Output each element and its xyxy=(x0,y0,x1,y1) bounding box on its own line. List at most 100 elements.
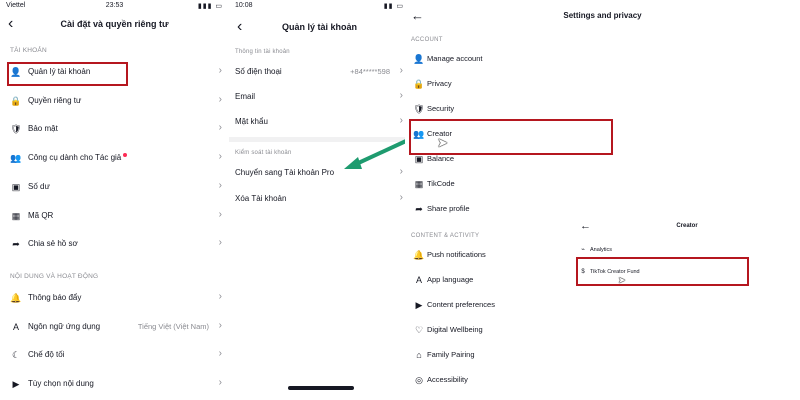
section-content-label: CONTENT & ACTIVITY xyxy=(411,233,480,239)
list-item[interactable]: ▦ Mã QR › xyxy=(0,204,229,228)
list-item-label: Family Pairing xyxy=(427,350,475,359)
chevron-right-icon: › xyxy=(218,65,222,76)
home-indicator xyxy=(288,386,354,390)
list-item-label: Manage account xyxy=(427,54,483,63)
chevron-right-icon: › xyxy=(218,93,222,105)
list-item-label: Bảo mật xyxy=(28,124,58,134)
list-item-label: Privacy xyxy=(427,79,452,88)
list-item[interactable]: 🛡 Security xyxy=(405,96,800,121)
list-item[interactable]: ▣ Số dư › xyxy=(0,175,229,199)
list-item[interactable]: Email › xyxy=(229,85,410,109)
list-item[interactable]: ➦ Chia sẻ hồ sơ › xyxy=(0,232,229,256)
panel-settings-vi: Viettel 23:53 ▮▮▮ ▭ ‹ Cài đặt và quyền r… xyxy=(0,0,229,400)
wallet-icon: ▣ xyxy=(11,181,21,192)
header: ‹ Cài đặt và quyền riêng tư xyxy=(0,13,229,35)
list-item[interactable]: 👥 Công cụ dành cho Tác giả › xyxy=(0,146,229,170)
list-item[interactable]: A Ngôn ngữ ứng dụng Tiếng Việt (Việt Nam) › xyxy=(0,315,229,339)
section-content-label: NỘI DUNG VÀ HOẠT ĐỘNG xyxy=(10,273,99,280)
lock-icon: 🔒 xyxy=(413,79,425,89)
qr-icon: ▦ xyxy=(414,179,424,189)
shield-icon: 🛡 xyxy=(10,124,22,135)
chevron-right-icon: › xyxy=(218,151,222,163)
chevron-right-icon: › xyxy=(399,192,403,203)
list-item-value: +84*****598 xyxy=(350,67,390,76)
notification-dot-icon xyxy=(123,153,127,158)
person-icon: 👤 xyxy=(413,54,425,64)
chart-icon: ⌁ xyxy=(581,247,585,253)
list-item[interactable]: 🔔 Thông báo đẩy › xyxy=(0,286,229,310)
list-item-label: Quyền riêng tư xyxy=(28,95,82,105)
list-item[interactable]: 🛡 Bảo mật › xyxy=(0,117,229,141)
panel-manage-account: 10:08 ▮▮ ▭ ‹ Quản lý tài khoản Thông tin… xyxy=(229,0,410,400)
list-item-label: Push notifications xyxy=(427,250,486,259)
pointer-arrow-icon xyxy=(344,139,408,169)
home-icon: ⌂ xyxy=(416,350,422,360)
list-item-label: Xóa Tài khoản xyxy=(235,194,287,203)
accessibility-icon: ◎ xyxy=(415,375,423,385)
section-account-label: TÀI KHOẢN xyxy=(10,47,47,54)
list-item-label: Share profile xyxy=(427,204,470,213)
list-item-label: App language xyxy=(427,275,474,284)
status-bar: Viettel 23:53 ▮▮▮ ▭ xyxy=(0,0,229,12)
chevron-right-icon: › xyxy=(399,65,403,76)
highlight-box xyxy=(7,62,128,86)
wellbeing-icon: ♡ xyxy=(414,325,424,335)
highlight-box xyxy=(576,257,749,286)
page-title: Cài đặt và quyền riêng tư xyxy=(60,19,169,29)
list-item[interactable]: ▦ TikCode xyxy=(405,171,800,196)
list-item-label: Số dư xyxy=(28,181,50,191)
bell-icon: 🔔 xyxy=(413,250,425,260)
page-title: Settings and privacy xyxy=(563,11,642,20)
list-item-label: Thông báo đẩy xyxy=(28,293,82,302)
list-item-label: Mã QR xyxy=(28,210,54,220)
language-icon: A xyxy=(415,275,422,285)
creator-icon: 👥 xyxy=(10,153,22,164)
list-item[interactable]: Số điện thoại +84*****598 › xyxy=(229,60,410,84)
list-item-label: Ngôn ngữ ứng dụng xyxy=(28,321,101,331)
list-item[interactable]: ▶ Tùy chọn nội dung › xyxy=(0,372,229,396)
list-item[interactable]: Mật khẩu › xyxy=(229,110,410,134)
mouse-cursor-icon: ➤ xyxy=(618,275,626,285)
qr-icon: ▦ xyxy=(11,210,21,221)
list-item-label: Chế độ tối xyxy=(28,350,65,359)
video-icon: ▶ xyxy=(12,378,20,389)
chevron-right-icon: › xyxy=(218,237,222,249)
list-item[interactable]: 🔒 Privacy xyxy=(405,71,800,96)
section-info-label: Thông tin tài khoản xyxy=(235,49,290,55)
list-item-label: Content preferences xyxy=(427,300,495,309)
list-item-label: Mật khẩu xyxy=(235,117,268,126)
chevron-right-icon: › xyxy=(399,115,403,126)
share-icon: ➦ xyxy=(12,239,20,250)
list-item-label: Tùy chọn nội dung xyxy=(28,378,94,388)
status-bar: 10:08 ▮▮ ▭ xyxy=(229,0,410,12)
video-icon: ▶ xyxy=(415,300,423,310)
list-item-value: Tiếng Việt (Việt Nam) xyxy=(137,321,209,331)
chevron-right-icon: › xyxy=(218,376,222,388)
creator-submenu: ← Creator ⌁ Analytics $ TikTok Creator Fund… xyxy=(574,214,800,400)
header: ← Settings and privacy xyxy=(405,5,800,27)
list-item[interactable]: Xóa Tài khoản › xyxy=(229,187,410,211)
list-item-label: Accessibility xyxy=(427,375,468,384)
battery-icon: ▮▮▮ ▭ xyxy=(197,3,223,10)
list-item-label: Chuyển sang Tài khoản Pro xyxy=(235,168,335,177)
list-item-label: Chia sẻ hồ sơ xyxy=(28,239,78,249)
chevron-right-icon: › xyxy=(218,319,222,331)
list-item[interactable]: ☾ Chế độ tối › xyxy=(0,343,229,367)
shield-icon: 🛡 xyxy=(413,104,425,114)
list-item[interactable]: 👤 Manage account xyxy=(405,46,800,71)
list-item-label: Security xyxy=(427,104,455,113)
chevron-right-icon: › xyxy=(399,90,403,101)
header: ‹ Quản lý tài khoản xyxy=(229,16,410,38)
status-time: 23:53 xyxy=(105,2,124,9)
section-account-label: ACCOUNT xyxy=(411,37,443,43)
section-control-label: Kiểm soát tài khoản xyxy=(235,150,292,156)
chevron-right-icon: › xyxy=(218,208,222,220)
battery-icon: ▮▮ ▭ xyxy=(383,3,404,10)
list-item-label: TikCode xyxy=(427,179,455,188)
list-item-label: Email xyxy=(235,92,256,101)
page-title: Creator xyxy=(676,223,698,229)
list-item[interactable]: 🔒 Quyền riêng tư › xyxy=(0,89,229,113)
list-item-label: Công cụ dành cho Tác giả xyxy=(28,153,122,163)
lock-icon: 🔒 xyxy=(10,95,22,106)
chevron-right-icon: › xyxy=(218,179,222,191)
